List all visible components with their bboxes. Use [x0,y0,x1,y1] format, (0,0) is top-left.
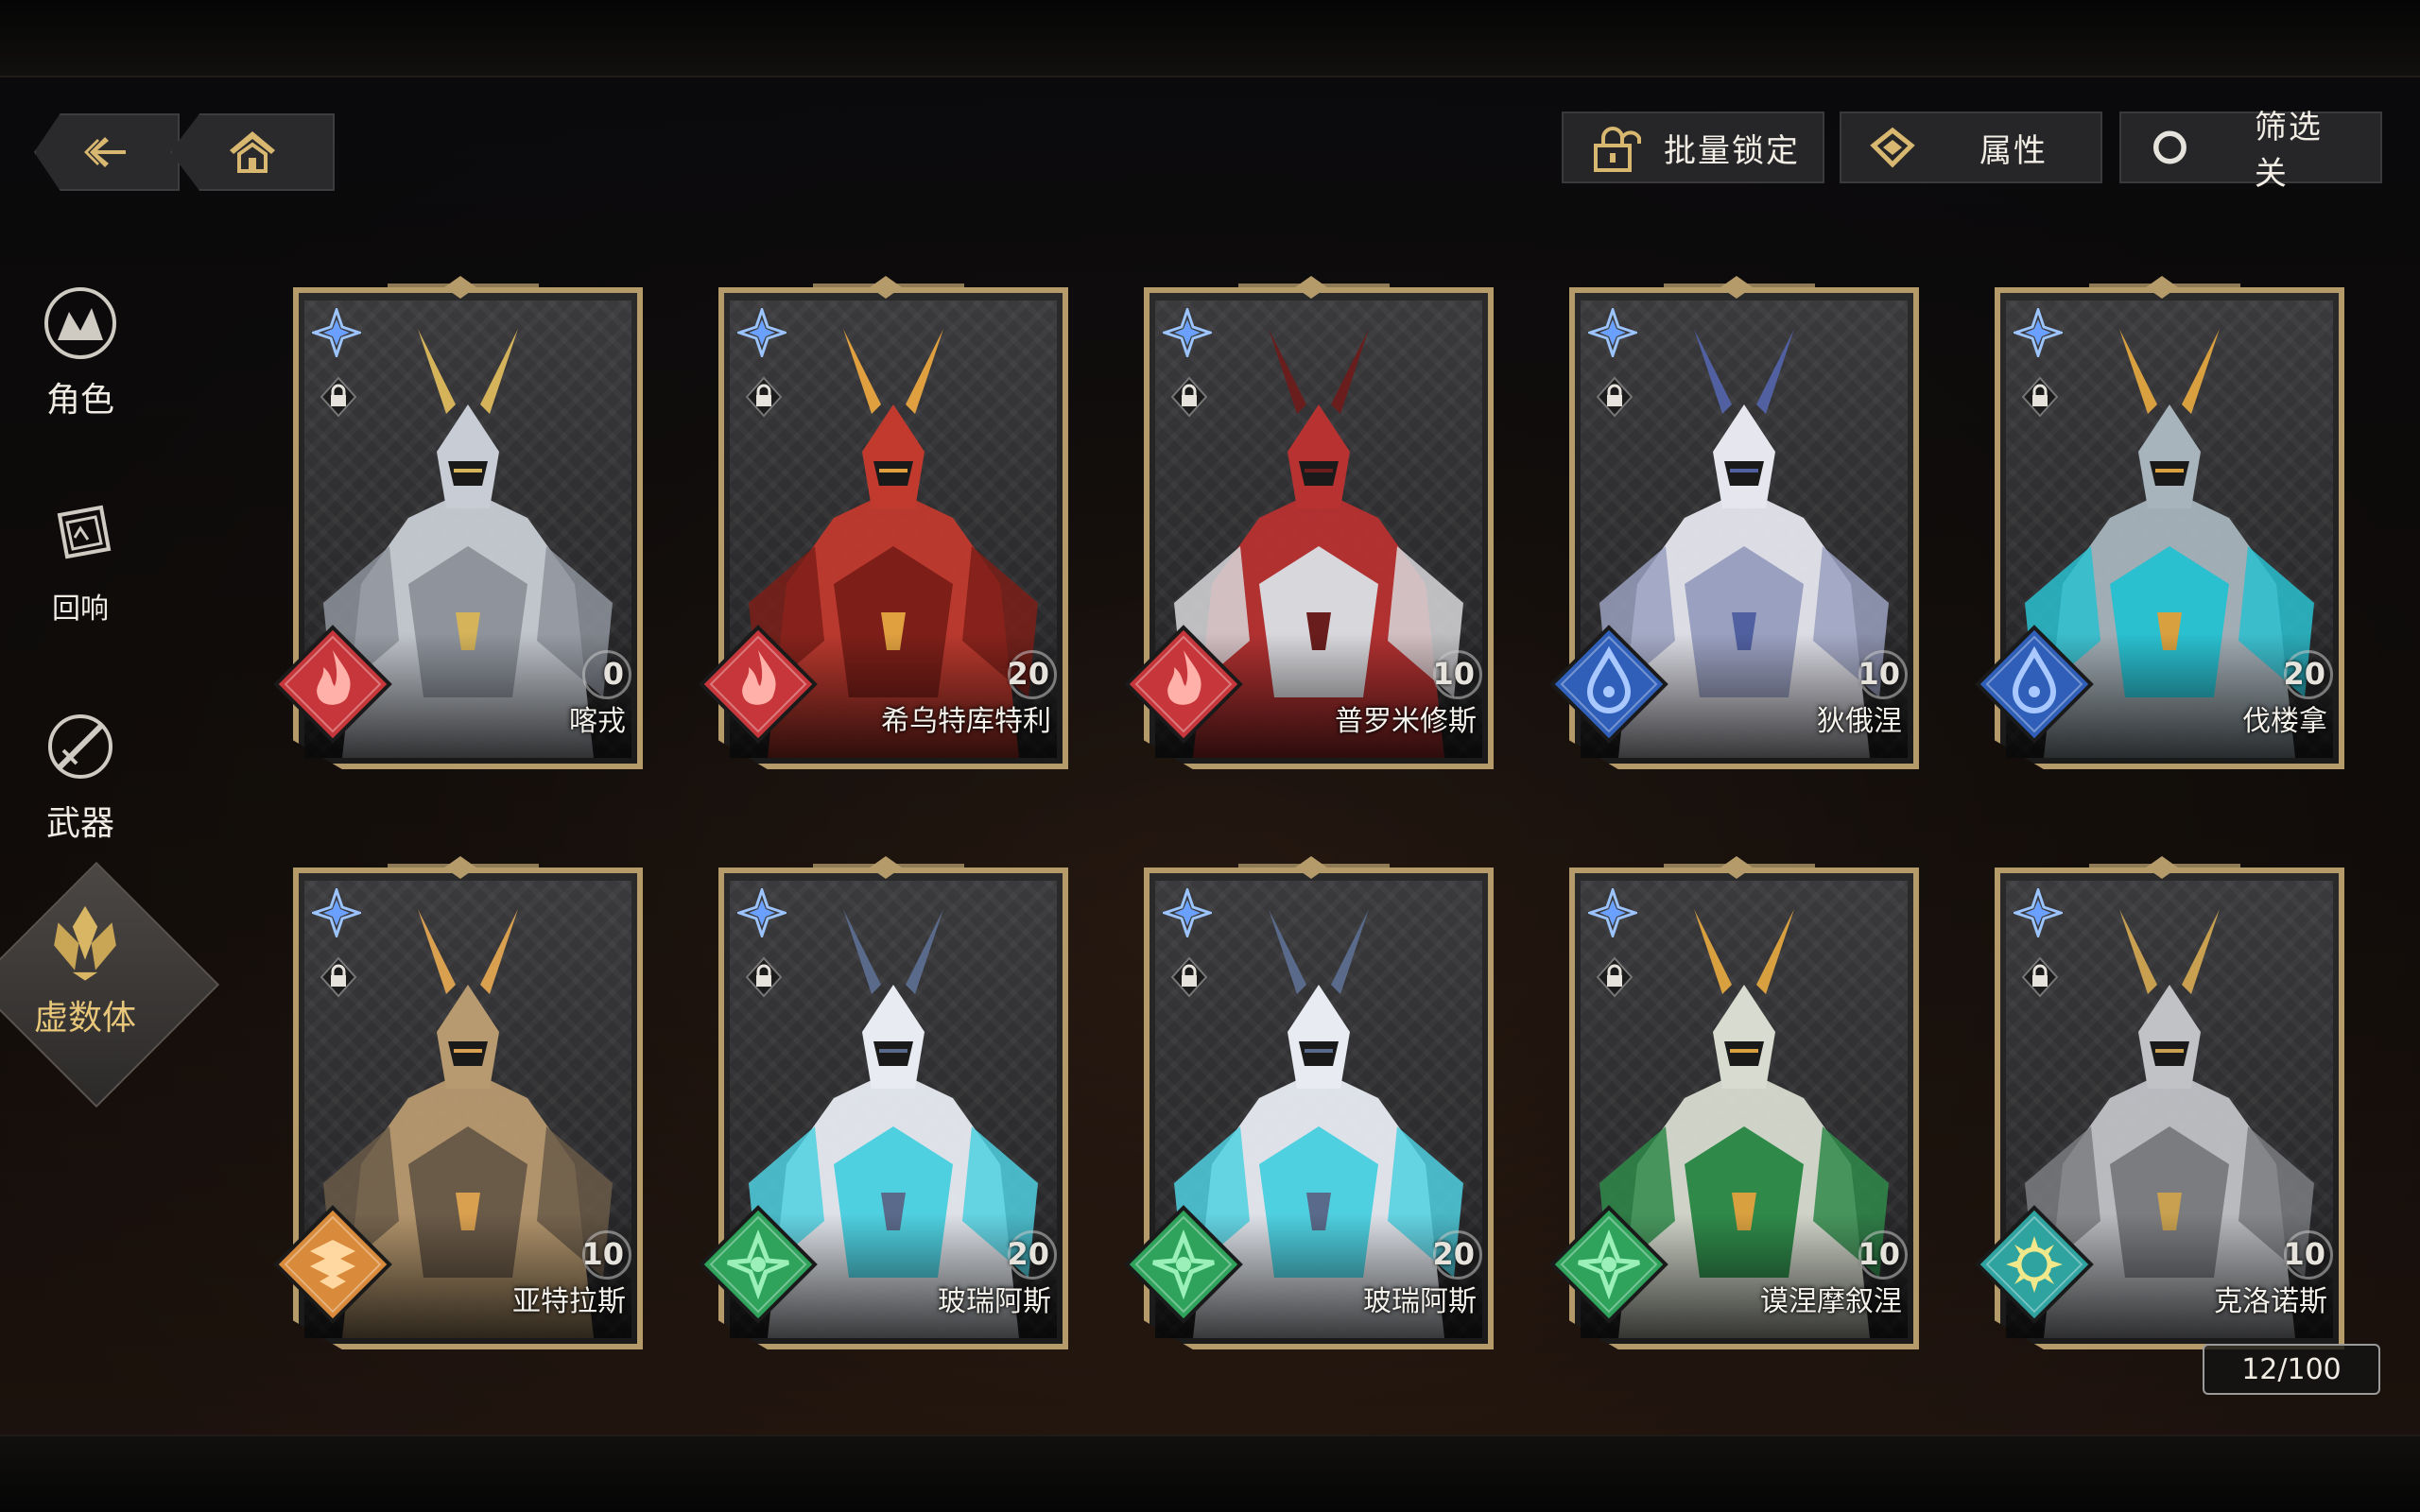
sidebar-item-weapon[interactable]: 武器 [19,707,142,845]
mech-card[interactable]: 10 克洛诺斯 [1975,854,2354,1355]
lock-icon[interactable] [2021,376,2059,418]
echo-icon [57,505,112,559]
rarity-star-icon [1163,888,1212,937]
card-name: 狄俄涅 [1817,705,1902,738]
sidebar-item-label: 虚数体 [33,999,136,1038]
sidebar-item-imaginary[interactable]: 虚数体 [0,860,220,1108]
element-water-icon [1975,625,2094,744]
lock-icon[interactable] [1596,376,1634,418]
lock-icon[interactable] [2021,956,2059,998]
rarity-star-icon [2014,888,2063,937]
top-border [0,0,2420,77]
imaginary-icon [54,905,116,981]
card-level: 10 [581,1236,624,1272]
rarity-star-icon [1588,308,1637,357]
element-fire-icon [699,625,818,744]
sidebar-item-label: 武器 [45,804,114,843]
element-wind-icon [1124,1205,1243,1324]
element-fire-icon [273,625,392,744]
weapon-icon [48,714,112,779]
lock-icon [1594,127,1641,172]
character-icon [44,287,116,359]
mech-card[interactable]: 10 亚特拉斯 [273,854,652,1355]
mech-card[interactable]: 20 伐楼拿 [1975,274,2354,775]
mech-card[interactable]: 20 希乌特库特利 [699,274,1078,775]
card-level: 20 [1007,656,1049,692]
rarity-star-icon [312,308,361,357]
card-name: 克洛诺斯 [2214,1285,2327,1318]
card-name: 玻瑞阿斯 [938,1285,1051,1318]
back-arrow-icon [84,137,126,167]
batch-lock-label: 批量锁定 [1664,131,1800,170]
attribute-label: 属性 [1979,131,2048,170]
lock-icon[interactable] [745,956,783,998]
mech-card[interactable]: 0 喀戎 [273,274,652,775]
lock-icon[interactable] [320,956,357,998]
sidebar-item-echo[interactable]: 回响 [19,496,142,627]
card-level: 20 [2283,656,2325,692]
element-wind-icon [699,1205,818,1324]
mech-card[interactable]: 10 谟涅摩叙涅 [1549,854,1928,1355]
lock-icon[interactable] [745,376,783,418]
mech-card[interactable]: 20 玻瑞阿斯 [1124,854,1503,1355]
bottom-border [0,1435,2420,1512]
card-name: 谟涅摩叙涅 [1760,1285,1902,1318]
card-name: 喀戎 [569,705,626,738]
card-level: 10 [2283,1236,2325,1272]
filter-toggle-button[interactable]: 筛选 关 [2119,109,2382,193]
card-level: 10 [1432,656,1475,692]
mech-card[interactable]: 20 玻瑞阿斯 [699,854,1078,1355]
sidebar-item-label: 角色 [45,381,114,420]
filter-circle-icon [2152,130,2187,164]
card-level: 10 [1858,656,1900,692]
batch-lock-button[interactable]: 批量锁定 [1562,112,1824,183]
rarity-star-icon [1588,888,1637,937]
lock-icon[interactable] [1170,376,1208,418]
mech-card[interactable]: 10 普罗米修斯 [1124,274,1503,775]
card-name: 普罗米修斯 [1335,705,1477,738]
back-button[interactable] [34,113,180,191]
card-name: 伐楼拿 [2242,705,2327,738]
filter-label: 筛选 关 [2254,109,2323,193]
rarity-star-icon [737,888,786,937]
rarity-star-icon [1163,308,1212,357]
attribute-button[interactable]: 属性 [1840,112,2102,183]
rarity-star-icon [312,888,361,937]
home-icon [230,131,275,173]
card-level: 10 [1858,1236,1900,1272]
element-fire-icon [1124,625,1243,744]
element-wind-icon [1549,1205,1668,1324]
attribute-icon [1870,127,1915,168]
inventory-counter: 12/100 [2203,1344,2380,1395]
card-name: 亚特拉斯 [512,1285,626,1318]
card-level: 20 [1432,1236,1475,1272]
card-level: 20 [1007,1236,1049,1272]
mech-card[interactable]: 10 狄俄涅 [1549,274,1928,775]
element-water-icon [1549,625,1668,744]
lock-icon[interactable] [1596,956,1634,998]
home-button[interactable] [170,113,335,191]
card-level: 0 [602,656,624,692]
rarity-star-icon [737,308,786,357]
lock-icon[interactable] [1170,956,1208,998]
element-earth-icon [273,1205,392,1324]
element-light-icon [1975,1205,2094,1324]
card-name: 希乌特库特利 [881,705,1051,738]
sidebar-item-character[interactable]: 角色 [19,284,142,421]
card-name: 玻瑞阿斯 [1363,1285,1477,1318]
lock-icon[interactable] [320,376,357,418]
sidebar-item-label: 回响 [52,593,109,626]
rarity-star-icon [2014,308,2063,357]
